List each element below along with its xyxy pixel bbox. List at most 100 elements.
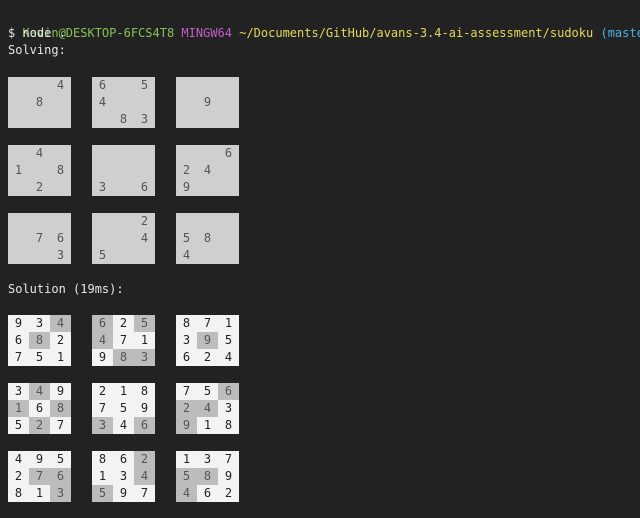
puzzle-block: 9 [176, 77, 239, 128]
solution-cell: 7 [176, 383, 197, 400]
puzzle-cell [92, 213, 113, 230]
solution-block: 218 759 346 [92, 383, 155, 434]
puzzle-cell [197, 213, 218, 230]
puzzle-cell: 2 [182, 163, 191, 177]
solution-cell: 4 [218, 349, 239, 366]
solution-cell: 3 [134, 349, 155, 366]
solution-cell: 7 [134, 485, 155, 502]
prompt-branch: (master) [600, 26, 640, 40]
solution-cell: 9 [8, 315, 29, 332]
solution-cell: 3 [218, 400, 239, 417]
solution-cell: 8 [29, 332, 50, 349]
solution-block: 862 134 597 [92, 451, 155, 502]
puzzle-cell [197, 247, 218, 264]
puzzle-cell [176, 145, 197, 162]
puzzle-cell [8, 230, 29, 247]
puzzle-cell [92, 162, 113, 179]
command-line[interactable]: $ node . [8, 25, 66, 42]
solution-cell: 8 [50, 400, 71, 417]
solution-cell: 8 [176, 315, 197, 332]
solution-cell: 4 [134, 468, 155, 485]
solution-cell: 3 [8, 383, 29, 400]
solution-cell: 6 [134, 417, 155, 434]
puzzle-cell [197, 111, 218, 128]
puzzle-block: 2 4 5 [92, 213, 155, 264]
puzzle-cell [92, 145, 113, 162]
solution-cell: 1 [134, 332, 155, 349]
solution-cell: 1 [92, 468, 113, 485]
solution-cell: 1 [29, 485, 50, 502]
puzzle-cell: 9 [203, 95, 212, 109]
puzzle-cell [29, 213, 50, 230]
solution-cell: 2 [113, 315, 134, 332]
puzzle-cell: 5 [98, 248, 107, 262]
puzzle-cell: 4 [56, 78, 65, 92]
puzzle-cell [134, 145, 155, 162]
puzzle-cell [176, 77, 197, 94]
solution-cell: 6 [8, 332, 29, 349]
solution-cell: 8 [218, 417, 239, 434]
solution-cell: 8 [197, 468, 218, 485]
puzzle-cell [134, 94, 155, 111]
puzzle-cell [218, 162, 239, 179]
solution-cell: 5 [50, 451, 71, 468]
solution-block: 137 589 462 [176, 451, 239, 502]
solution-cell: 8 [92, 451, 113, 468]
puzzle-cell: 8 [203, 231, 212, 245]
solution-cell: 2 [176, 400, 197, 417]
solution-cell: 2 [8, 468, 29, 485]
puzzle-cell: 7 [35, 231, 44, 245]
puzzle-cell: 5 [182, 231, 191, 245]
puzzle-cell [218, 230, 239, 247]
puzzle-cell [113, 230, 134, 247]
solution-cell: 6 [113, 451, 134, 468]
puzzle-cell [176, 111, 197, 128]
solution-label: Solution (19ms): [8, 282, 124, 296]
solution-cell: 8 [8, 485, 29, 502]
puzzle-cell [218, 213, 239, 230]
puzzle-cell [50, 111, 71, 128]
puzzle-cell: 6 [140, 180, 149, 194]
solution-cell: 6 [218, 383, 239, 400]
puzzle-cell [8, 247, 29, 264]
puzzle-cell: 3 [140, 112, 149, 126]
solution-cell: 4 [113, 417, 134, 434]
solution-cell: 6 [50, 468, 71, 485]
solution-cell: 9 [50, 383, 71, 400]
puzzle-cell: 3 [98, 180, 107, 194]
puzzle-cell: 6 [56, 231, 65, 245]
solution-cell: 7 [92, 400, 113, 417]
solution-cell: 9 [134, 400, 155, 417]
solution-cell: 7 [197, 315, 218, 332]
puzzle-cell [113, 94, 134, 111]
solution-cell: 2 [197, 349, 218, 366]
puzzle-cell [8, 94, 29, 111]
solution-cell: 3 [113, 468, 134, 485]
solution-cell: 9 [113, 485, 134, 502]
solution-cell: 7 [50, 417, 71, 434]
solution-cell: 5 [29, 349, 50, 366]
solution-cell: 5 [176, 468, 197, 485]
puzzle-cell [113, 145, 134, 162]
puzzle-cell [29, 77, 50, 94]
puzzle-cell [8, 111, 29, 128]
puzzle-cell: 4 [182, 248, 191, 262]
solution-cell: 1 [50, 349, 71, 366]
solution-cell: 5 [197, 383, 218, 400]
puzzle-cell [92, 111, 113, 128]
solution-cell: 7 [8, 349, 29, 366]
solution-cell: 9 [218, 468, 239, 485]
puzzle-cell [197, 179, 218, 196]
solution-cell: 2 [218, 485, 239, 502]
solution-cell: 9 [197, 332, 218, 349]
puzzle-cell [113, 179, 134, 196]
solution-cell: 1 [176, 451, 197, 468]
puzzle-cell [197, 145, 218, 162]
solution-cell: 3 [92, 417, 113, 434]
puzzle-cell [218, 77, 239, 94]
puzzle-cell [218, 179, 239, 196]
puzzle-cell [176, 94, 197, 111]
solution-cell: 3 [176, 332, 197, 349]
puzzle-cell [29, 162, 50, 179]
puzzle-cell: 4 [203, 163, 212, 177]
